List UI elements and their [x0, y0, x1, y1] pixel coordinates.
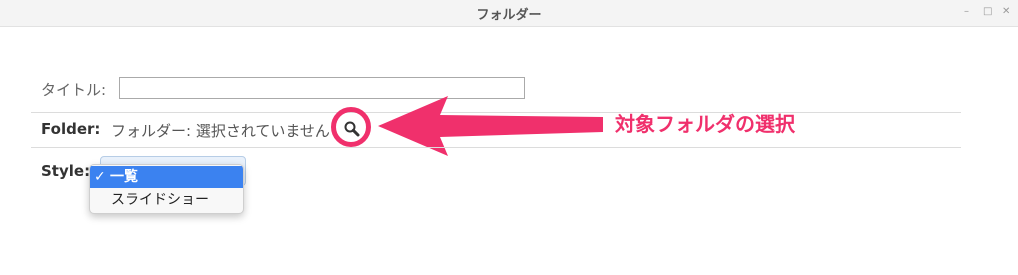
- highlight-circle: [331, 107, 371, 147]
- checkmark-icon: ✓: [94, 169, 106, 185]
- title-label: タイトル:: [41, 81, 107, 99]
- style-option-list[interactable]: ✓ 一覧: [90, 166, 243, 188]
- minimize-icon[interactable]: –: [964, 6, 969, 17]
- close-icon[interactable]: ✕: [1002, 6, 1010, 17]
- style-label: Style:: [41, 162, 91, 180]
- maximize-icon[interactable]: □: [983, 6, 992, 17]
- window-titlebar: フォルダー – □ ✕: [0, 0, 1018, 27]
- window-title: フォルダー: [476, 8, 542, 23]
- style-option-slideshow[interactable]: スライドショー: [90, 189, 243, 211]
- style-option-label: スライドショー: [111, 192, 209, 208]
- folder-status-text: フォルダー: 選択されていません: [111, 122, 330, 140]
- style-dropdown-menu: ✓ 一覧 スライドショー: [89, 164, 244, 214]
- style-option-label: 一覧: [110, 169, 138, 185]
- folder-label: Folder:: [41, 120, 101, 138]
- callout-label: 対象フォルダの選択: [615, 112, 795, 136]
- divider: [31, 147, 961, 148]
